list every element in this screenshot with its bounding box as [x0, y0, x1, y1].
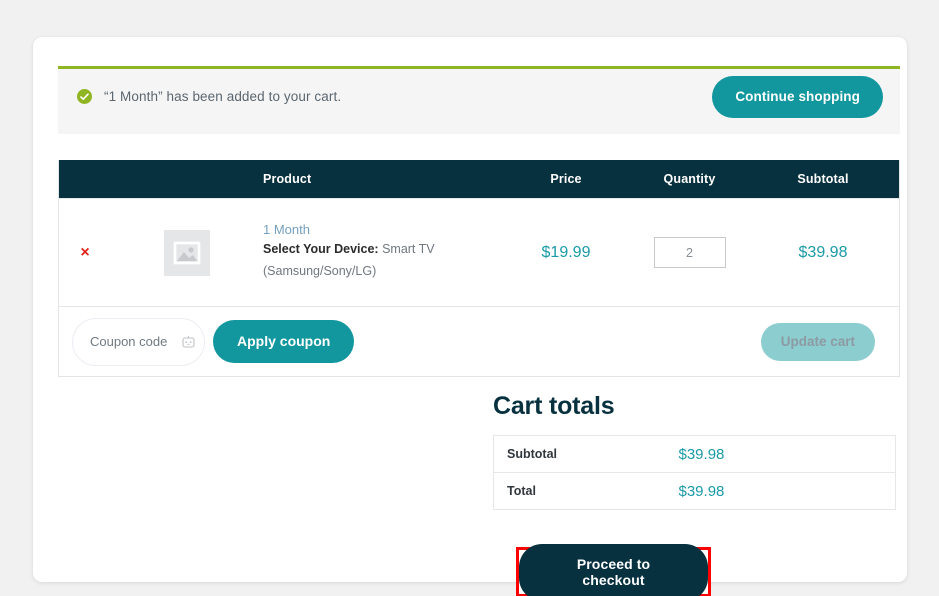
product-price: $19.99 [541, 243, 591, 261]
totals-value-subtotal: $39.98 [678, 445, 725, 463]
product-meta: Select Your Device: Smart TV (Samsung/So… [263, 239, 492, 283]
cart-totals-table: Subtotal $39.98 Total $39.98 [493, 435, 896, 510]
proceed-to-checkout-button[interactable]: Proceed to checkout [519, 543, 708, 596]
cart-totals-title: Cart totals [493, 392, 615, 420]
check-circle-icon [77, 89, 92, 104]
product-name-link[interactable]: 1 Month [263, 222, 492, 237]
quantity-input[interactable] [653, 237, 726, 268]
checkout-highlight-box: Proceed to checkout [516, 543, 711, 596]
totals-row-total: Total $39.98 [494, 473, 896, 510]
page-background: “1 Month” has been added to your cart. C… [0, 0, 939, 596]
header-price: Price [550, 172, 582, 186]
product-meta-label: Select Your Device: [263, 242, 379, 257]
product-subtotal: $39.98 [798, 243, 848, 261]
header-subtotal: Subtotal [797, 172, 849, 186]
apply-coupon-button[interactable]: Apply coupon [213, 320, 355, 363]
product-details-cell: 1 Month Select Your Device: Smart TV (Sa… [263, 222, 500, 283]
cart-table: Product Price Quantity Subtotal × 1 Mont… [58, 160, 900, 377]
notice-message: “1 Month” has been added to your cart. [104, 89, 342, 104]
cart-table-header: Product Price Quantity Subtotal [59, 160, 899, 198]
continue-shopping-button[interactable]: Continue shopping [712, 75, 883, 118]
cart-card: “1 Month” has been added to your cart. C… [33, 37, 907, 596]
totals-value-total: $39.98 [678, 482, 725, 500]
cart-totals-section: Cart totals Subtotal $39.98 Total $39.98 [493, 392, 901, 510]
coupon-row: Apply coupon Update cart [59, 306, 899, 376]
image-placeholder-icon [164, 229, 210, 276]
totals-label-total: Total [507, 484, 536, 498]
header-product: Product [263, 172, 312, 186]
header-quantity: Quantity [663, 172, 716, 186]
update-cart-button[interactable]: Update cart [760, 322, 875, 361]
totals-label-subtotal: Subtotal [507, 447, 557, 461]
product-thumbnail-cell [111, 229, 263, 276]
password-manager-icon[interactable] [182, 335, 195, 348]
coupon-input-wrapper [72, 317, 205, 366]
quantity-cell [632, 237, 747, 268]
added-to-cart-notice: “1 Month” has been added to your cart. C… [58, 66, 900, 134]
table-row: × 1 Month Select Your Device: Smart TV (… [59, 198, 899, 306]
totals-row-subtotal: Subtotal $39.98 [493, 436, 896, 473]
remove-item-button[interactable]: × [59, 244, 111, 261]
